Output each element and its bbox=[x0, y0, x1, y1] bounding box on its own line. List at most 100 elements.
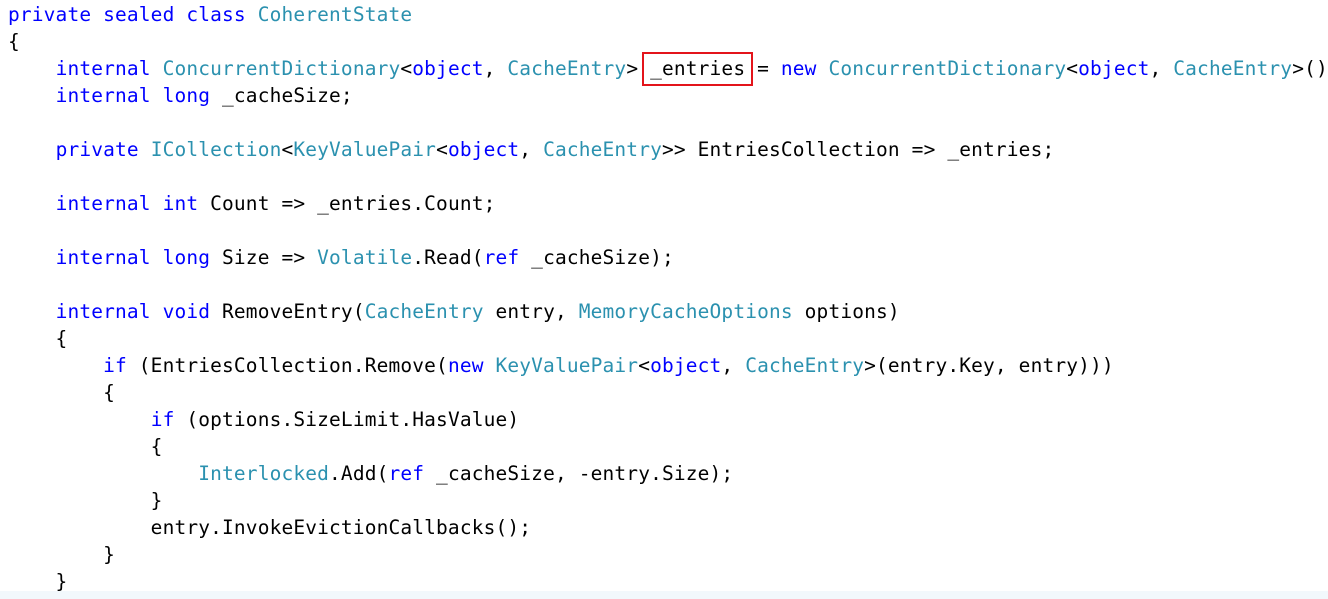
keyword-token: internal bbox=[55, 84, 151, 107]
keyword-token: object bbox=[650, 354, 722, 377]
keyword-token: int bbox=[162, 192, 199, 215]
type-token: CacheEntry bbox=[1173, 57, 1293, 80]
code-text: < bbox=[638, 354, 651, 377]
code-text: (EntriesCollection.Remove( bbox=[126, 354, 448, 377]
keyword-token: new bbox=[780, 57, 817, 80]
code-text: < bbox=[436, 138, 448, 161]
type-token: KeyValuePair bbox=[495, 354, 639, 377]
code-text: entry, bbox=[483, 300, 579, 323]
code-line: { bbox=[8, 433, 1328, 460]
code-text: < bbox=[400, 57, 413, 80]
type-token: ConcurrentDictionary bbox=[828, 57, 1067, 80]
keyword-token: void bbox=[162, 300, 211, 323]
code-text: _cacheSize; bbox=[210, 84, 353, 107]
type-token: CacheEntry bbox=[745, 354, 865, 377]
editor-bottom-edge bbox=[0, 591, 1328, 599]
code-line: internal long _cacheSize; bbox=[8, 82, 1328, 109]
code-text: { bbox=[8, 30, 20, 53]
type-token: Volatile bbox=[317, 246, 413, 269]
code-text: _cacheSize); bbox=[519, 246, 674, 269]
code-line: internal int Count => _entries.Count; bbox=[8, 190, 1328, 217]
code-text: RemoveEntry( bbox=[210, 300, 365, 323]
type-token: ICollection bbox=[150, 138, 282, 161]
code-text: .Add( bbox=[329, 462, 389, 485]
code-line: if (options.SizeLimit.HasValue) bbox=[8, 406, 1328, 433]
code-text: } bbox=[8, 570, 68, 593]
code-text: >(entry.Key, entry))) bbox=[864, 354, 1114, 377]
code-editor[interactable]: private sealed class CoherentState{ inte… bbox=[8, 1, 1328, 595]
keyword-token: private bbox=[55, 138, 139, 161]
type-token: MemoryCacheOptions bbox=[578, 300, 793, 323]
type-token: CacheEntry bbox=[364, 300, 484, 323]
keyword-token: if bbox=[150, 408, 175, 431]
code-text: , bbox=[519, 138, 544, 161]
code-text: _cacheSize, -entry.Size); bbox=[424, 462, 734, 485]
code-text: Count => _entries.Count; bbox=[198, 192, 496, 215]
code-line: { bbox=[8, 379, 1328, 406]
keyword-token: internal bbox=[55, 300, 151, 323]
type-token: CacheEntry bbox=[507, 57, 627, 80]
code-text: .Read( bbox=[412, 246, 484, 269]
code-line: entry.InvokeEvictionCallbacks(); bbox=[8, 514, 1328, 541]
code-line: private sealed class CoherentState bbox=[8, 1, 1328, 28]
keyword-token: long bbox=[162, 246, 211, 269]
code-text: entry.InvokeEvictionCallbacks(); bbox=[8, 516, 532, 539]
code-line: Interlocked.Add(ref _cacheSize, -entry.S… bbox=[8, 460, 1328, 487]
keyword-token: object bbox=[412, 57, 484, 80]
code-line: { bbox=[8, 28, 1328, 55]
code-line: if (EntriesCollection.Remove(new KeyValu… bbox=[8, 352, 1328, 379]
type-token: Interlocked bbox=[198, 462, 330, 485]
keyword-token: ref bbox=[388, 462, 425, 485]
keyword-token: long bbox=[162, 84, 211, 107]
code-text: >> EntriesCollection => _entries; bbox=[661, 138, 1055, 161]
type-token: CoherentState bbox=[257, 3, 413, 26]
code-line: internal long Size => Volatile.Read(ref … bbox=[8, 244, 1328, 271]
keyword-token: if bbox=[103, 354, 127, 377]
code-text: options) bbox=[792, 300, 900, 323]
code-line: private ICollection<KeyValuePair<object,… bbox=[8, 136, 1328, 163]
code-text: { bbox=[8, 327, 68, 350]
keyword-token: internal bbox=[55, 246, 151, 269]
code-text: = bbox=[745, 57, 781, 80]
code-text: (options.SizeLimit.HasValue) bbox=[174, 408, 520, 431]
keyword-token: new bbox=[447, 354, 484, 377]
code-line: internal ConcurrentDictionary<object, Ca… bbox=[8, 52, 1328, 86]
type-token: CacheEntry bbox=[543, 138, 662, 161]
code-text: Size => bbox=[210, 246, 318, 269]
code-text: } bbox=[8, 543, 116, 566]
code-line: { bbox=[8, 325, 1328, 352]
code-text: >() bbox=[1292, 57, 1328, 80]
code-text: , bbox=[1149, 57, 1174, 80]
keyword-token: object bbox=[447, 138, 520, 161]
keyword-token: class bbox=[186, 3, 246, 26]
keyword-token: private bbox=[8, 3, 92, 26]
highlighted-token: _entries bbox=[642, 52, 754, 86]
code-text: { bbox=[8, 381, 116, 404]
keyword-token: ref bbox=[483, 246, 520, 269]
code-text: } bbox=[8, 489, 163, 512]
code-text: , bbox=[483, 57, 508, 80]
code-text: { bbox=[8, 435, 163, 458]
code-text: < bbox=[281, 138, 294, 161]
